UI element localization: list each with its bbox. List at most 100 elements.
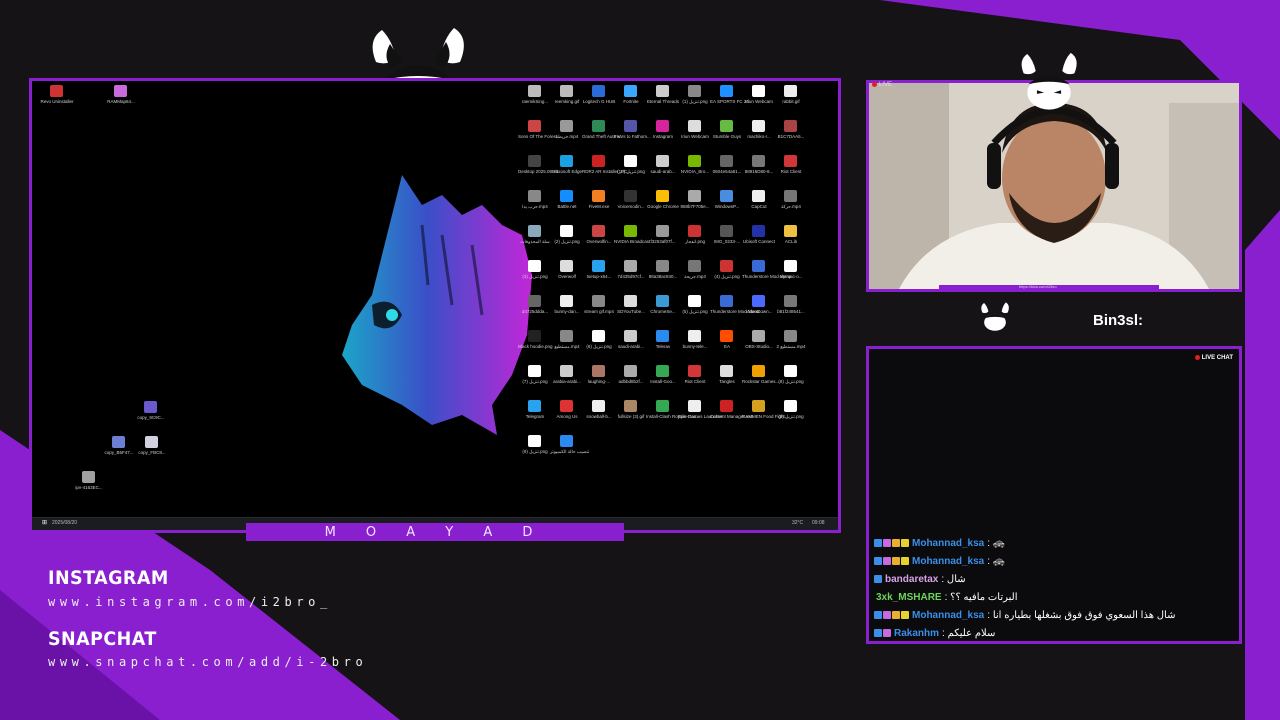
desktop-app-icon[interactable]: [688, 400, 701, 412]
desktop-app-icon[interactable]: [688, 365, 701, 377]
desktop-app-icon[interactable]: [720, 225, 733, 237]
desktop-app-icon[interactable]: [528, 155, 541, 167]
desktop-app-icon[interactable]: [752, 400, 765, 412]
desktop-app-icon[interactable]: [752, 225, 765, 237]
desktop-app-icon[interactable]: [656, 260, 669, 272]
desktop-app-icon[interactable]: [752, 295, 765, 307]
desktop-app-icon[interactable]: [528, 190, 541, 202]
desktop-app-icon[interactable]: [592, 190, 605, 202]
desktop-app-icon[interactable]: [114, 85, 127, 97]
desktop-app-icon[interactable]: [656, 85, 669, 97]
desktop-app-icon[interactable]: [784, 330, 797, 342]
desktop-app-icon[interactable]: [560, 365, 573, 377]
desktop-app-icon[interactable]: [688, 260, 701, 272]
desktop-app-icon[interactable]: [752, 190, 765, 202]
desktop-app-icon[interactable]: [752, 85, 765, 97]
desktop-app-icon[interactable]: [784, 260, 797, 272]
desktop-app-icon[interactable]: [624, 295, 637, 307]
desktop-app-icon[interactable]: [752, 155, 765, 167]
desktop-app-icon[interactable]: [624, 260, 637, 272]
desktop-app-icon[interactable]: [688, 85, 701, 97]
desktop-app-icon[interactable]: [592, 225, 605, 237]
desktop-app-icon[interactable]: [592, 295, 605, 307]
desktop-app-icon[interactable]: [720, 400, 733, 412]
desktop-app-icon[interactable]: [560, 330, 573, 342]
chat-username[interactable]: 3xk_MSHARE: [876, 592, 942, 603]
desktop-app-icon[interactable]: [720, 120, 733, 132]
desktop-app-icon[interactable]: [592, 330, 605, 342]
desktop-app-icon[interactable]: [784, 400, 797, 412]
desktop-app-icon[interactable]: [528, 400, 541, 412]
desktop-app-icon[interactable]: [528, 120, 541, 132]
desktop-app-icon[interactable]: [784, 85, 797, 97]
desktop-app-icon[interactable]: [145, 436, 158, 448]
desktop-app-icon[interactable]: [624, 400, 637, 412]
chat-username[interactable]: Mohannad_ksa: [912, 610, 984, 621]
desktop-app-icon[interactable]: [784, 295, 797, 307]
desktop-app-icon[interactable]: [656, 365, 669, 377]
desktop-app-icon[interactable]: [688, 225, 701, 237]
desktop-app-icon[interactable]: [112, 436, 125, 448]
desktop-app-icon[interactable]: [720, 330, 733, 342]
desktop-app-icon[interactable]: [528, 365, 541, 377]
desktop-app-icon[interactable]: [720, 365, 733, 377]
desktop-app-icon[interactable]: [528, 330, 541, 342]
desktop-app-icon[interactable]: [752, 260, 765, 272]
desktop-app-icon[interactable]: [82, 471, 95, 483]
desktop-app-icon[interactable]: [720, 190, 733, 202]
desktop-app-icon[interactable]: [688, 120, 701, 132]
desktop-app-icon[interactable]: [656, 155, 669, 167]
desktop-app-icon[interactable]: [624, 155, 637, 167]
desktop-app-icon[interactable]: [560, 120, 573, 132]
desktop-app-icon[interactable]: [656, 120, 669, 132]
desktop-app-icon[interactable]: [560, 295, 573, 307]
desktop-app-icon[interactable]: [560, 85, 573, 97]
desktop-app-icon[interactable]: [592, 120, 605, 132]
desktop-app-icon[interactable]: [688, 190, 701, 202]
desktop-app-icon[interactable]: [624, 330, 637, 342]
desktop-app-icon[interactable]: [752, 330, 765, 342]
desktop-app-icon[interactable]: [624, 120, 637, 132]
desktop-app-icon[interactable]: [656, 225, 669, 237]
desktop-app-icon[interactable]: [784, 225, 797, 237]
desktop-app-icon[interactable]: [144, 401, 157, 413]
desktop-app-icon[interactable]: [752, 120, 765, 132]
desktop-app-icon[interactable]: [720, 85, 733, 97]
desktop-app-icon[interactable]: [752, 365, 765, 377]
desktop-app-icon[interactable]: [560, 435, 573, 447]
desktop-app-icon[interactable]: [528, 295, 541, 307]
desktop-app-icon[interactable]: [720, 155, 733, 167]
desktop-app-icon[interactable]: [592, 400, 605, 412]
desktop-app-icon[interactable]: [784, 120, 797, 132]
desktop-app-icon[interactable]: [560, 190, 573, 202]
desktop-app-icon[interactable]: [592, 365, 605, 377]
desktop-app-icon[interactable]: [784, 155, 797, 167]
start-icon[interactable]: ⊞: [42, 519, 47, 526]
desktop-app-icon[interactable]: [688, 330, 701, 342]
desktop-app-icon[interactable]: [560, 155, 573, 167]
desktop-app-icon[interactable]: [688, 295, 701, 307]
desktop-app-icon[interactable]: [656, 400, 669, 412]
desktop-app-icon[interactable]: [624, 190, 637, 202]
desktop-app-icon[interactable]: [656, 295, 669, 307]
desktop-app-icon[interactable]: [50, 85, 63, 97]
desktop-app-icon[interactable]: [784, 365, 797, 377]
chat-username[interactable]: Mohannad_ksa: [912, 538, 984, 549]
desktop-app-icon[interactable]: [560, 225, 573, 237]
desktop-app-icon[interactable]: [624, 365, 637, 377]
desktop-app-icon[interactable]: [656, 330, 669, 342]
chat-username[interactable]: bandaretax: [885, 574, 938, 585]
desktop-app-icon[interactable]: [624, 225, 637, 237]
desktop-app-icon[interactable]: [624, 85, 637, 97]
desktop-app-icon[interactable]: [592, 155, 605, 167]
desktop-app-icon[interactable]: [592, 85, 605, 97]
desktop-app-icon[interactable]: [720, 295, 733, 307]
chat-username[interactable]: Mohannad_ksa: [912, 556, 984, 567]
desktop-app-icon[interactable]: [560, 260, 573, 272]
desktop-app-icon[interactable]: [528, 260, 541, 272]
desktop-app-icon[interactable]: [560, 400, 573, 412]
desktop-app-icon[interactable]: [688, 155, 701, 167]
desktop-app-icon[interactable]: [784, 190, 797, 202]
desktop-app-icon[interactable]: [528, 225, 541, 237]
desktop-app-icon[interactable]: [528, 85, 541, 97]
